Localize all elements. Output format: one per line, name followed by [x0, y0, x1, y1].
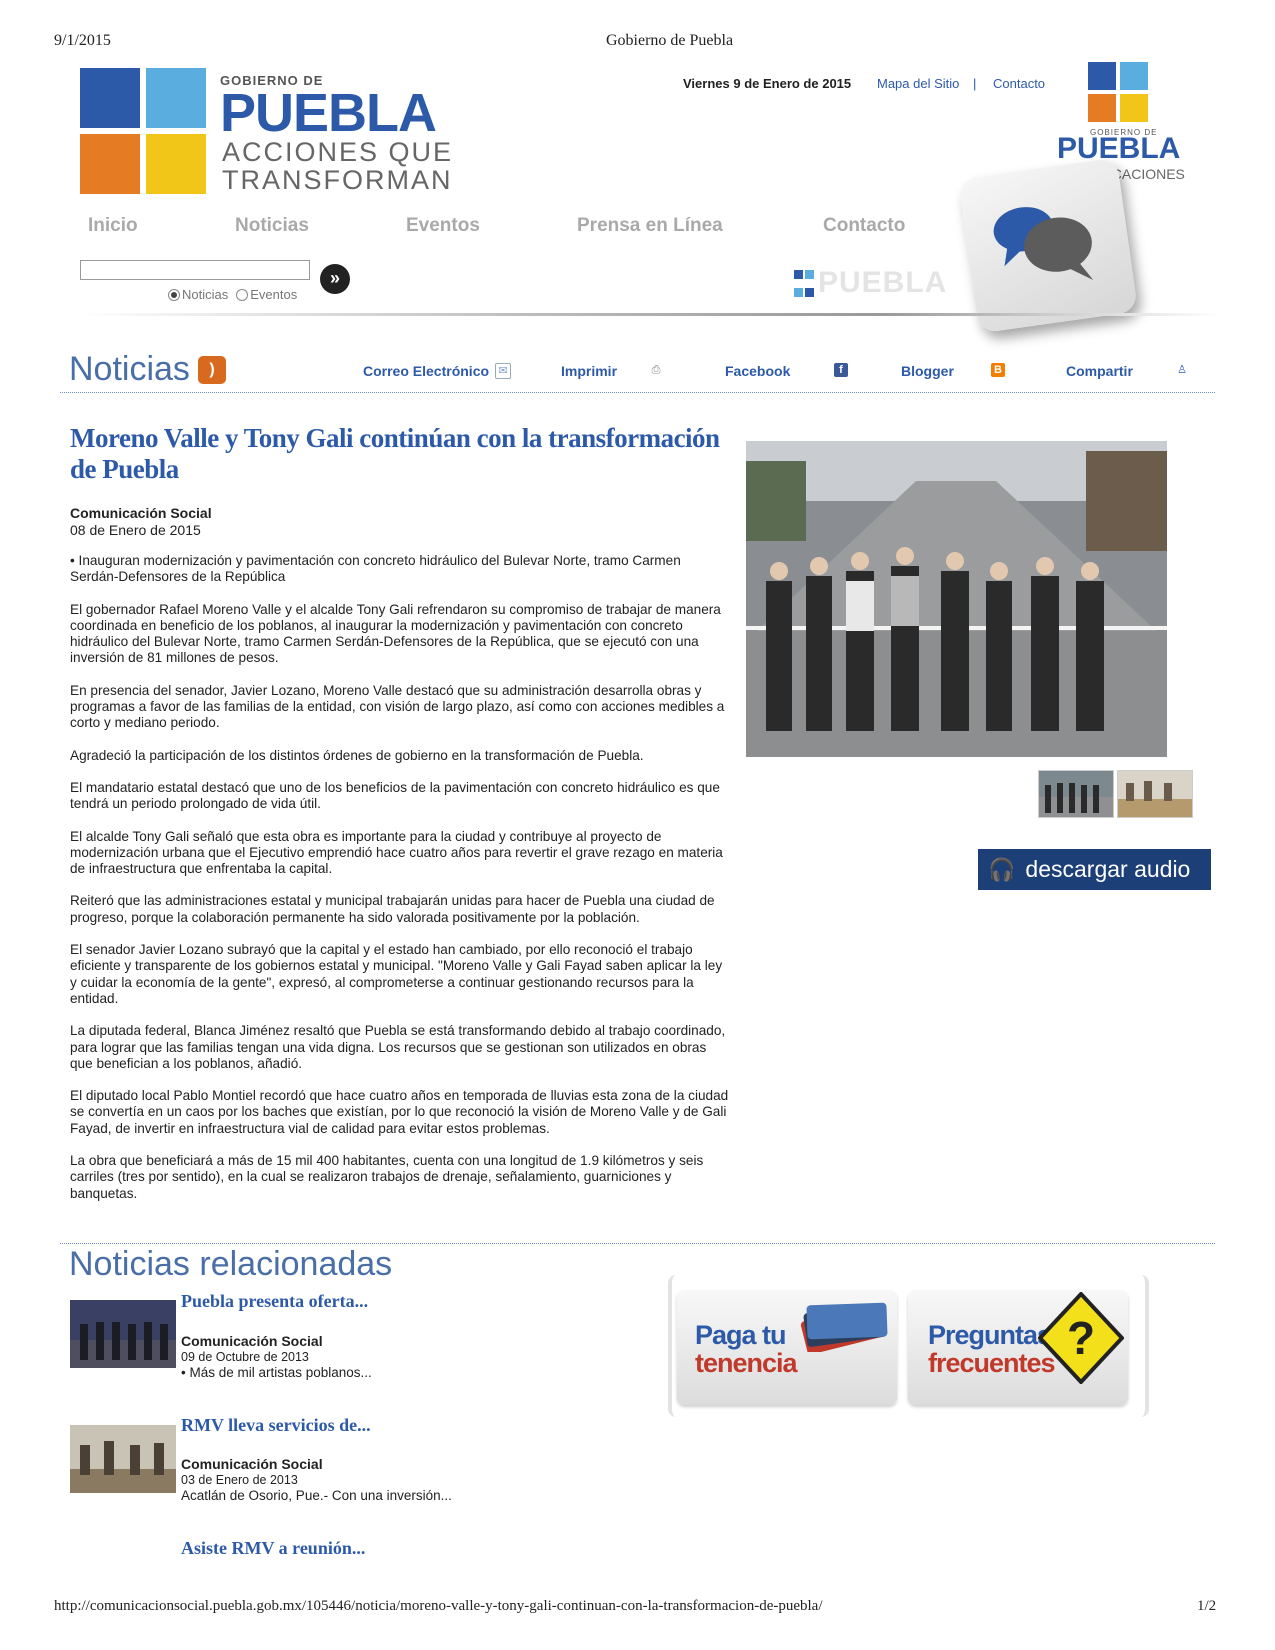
related-author: Comunicación Social	[181, 1333, 323, 1349]
print-title: Gobierno de Puebla	[606, 32, 734, 49]
related-thumbnail[interactable]	[70, 1425, 176, 1493]
logo-slogan: ACCIONES QUE TRANSFORMAN	[222, 138, 453, 194]
sun-icon	[146, 134, 206, 194]
article-paragraph: El gobernador Rafael Moreno Valle y el a…	[70, 601, 721, 666]
article-paragraph: El alcalde Tony Gali señaló que esta obr…	[70, 828, 723, 877]
print-date: 9/1/2015	[54, 32, 111, 49]
nav-eventos[interactable]: Eventos	[406, 215, 480, 237]
faq-line2: frecuentes	[928, 1348, 1056, 1378]
radio-noticias[interactable]	[168, 288, 180, 301]
related-date: 03 de Enero de 2013	[181, 1473, 298, 1487]
faded-cube-icon	[794, 266, 814, 297]
building-icon	[146, 68, 206, 128]
article-body: • Inauguran modernización y pavimentació…	[70, 553, 730, 1218]
search-input[interactable]	[80, 260, 310, 280]
photo-thumbnail[interactable]	[1117, 770, 1193, 818]
related-desc: • Más de mil artistas poblanos...	[181, 1365, 372, 1380]
download-audio-button[interactable]: 🎧 descargar audio	[978, 849, 1211, 890]
print-url: http://comunicacionsocial.puebla.gob.mx/…	[54, 1598, 823, 1614]
speech-bubbles-icon	[993, 207, 1094, 281]
credit-cards-icon	[800, 1302, 888, 1352]
hand-icon	[1088, 94, 1116, 122]
printer-icon[interactable]: ⎙	[649, 363, 663, 377]
nav-noticias[interactable]: Noticias	[235, 215, 309, 237]
article-author: Comunicación Social	[70, 505, 212, 521]
related-author: Comunicación Social	[181, 1456, 323, 1472]
share-person-icon[interactable]: ♙	[1175, 363, 1189, 377]
share-link[interactable]: Compartir	[1066, 363, 1133, 379]
related-desc: Acatlán de Osorio, Pue.- Con una inversi…	[181, 1488, 452, 1503]
logo-puebla-text: PUEBLA	[220, 83, 437, 143]
share-email-link[interactable]: Correo Electrónico	[363, 363, 489, 379]
question-sign-icon: ?	[1038, 1292, 1124, 1384]
nav-contacto[interactable]: Contacto	[823, 215, 905, 237]
article-date: 08 de Enero de 2015	[70, 522, 201, 538]
sun-icon	[1120, 94, 1148, 122]
article-paragraph: La obra que beneficiará a más de 15 mil …	[70, 1153, 704, 1201]
current-date: Viernes 9 de Enero de 2015	[683, 76, 852, 91]
radio-eventos-label: Eventos	[250, 287, 298, 302]
related-date: 09 de Octubre de 2013	[181, 1350, 309, 1364]
watermark-puebla: PUEBLA	[818, 266, 948, 299]
pay-tenencia-banner[interactable]: Paga tu tenencia	[677, 1290, 897, 1405]
search-scope: Noticias Eventos	[168, 287, 297, 302]
factory-icon	[1088, 62, 1116, 90]
factory-icon	[80, 68, 140, 128]
download-audio-label: descargar audio	[1025, 856, 1191, 882]
photo-thumbnail[interactable]	[1038, 770, 1114, 818]
headphones-icon: 🎧	[988, 856, 1016, 882]
related-headline[interactable]: RMV lleva servicios de...	[181, 1415, 371, 1436]
related-headline[interactable]: Puebla presenta oferta...	[181, 1291, 368, 1312]
noticias-divider	[60, 392, 1215, 393]
faq-banner[interactable]: Preguntas frecuentes ?	[908, 1290, 1128, 1405]
article-title: Moreno Valle y Tony Gali continúan con l…	[70, 423, 720, 484]
radio-noticias-label: Noticias	[182, 287, 229, 302]
logo-slogan-line2: TRANSFORMAN	[222, 165, 453, 195]
article-paragraph: Agradeció la participación de los distin…	[70, 747, 644, 763]
blogger-icon[interactable]: B	[991, 363, 1005, 377]
building-icon	[1120, 62, 1148, 90]
print-page-number: 1/2	[1197, 1598, 1217, 1614]
envelope-icon[interactable]: ✉	[495, 363, 511, 379]
article-paragraph: Reiteró que las administraciones estatal…	[70, 893, 715, 925]
print-link[interactable]: Imprimir	[561, 363, 617, 379]
hand-icon	[80, 134, 140, 194]
related-headline[interactable]: Asiste RMV a reunión...	[181, 1538, 365, 1559]
chat-key-graphic	[957, 157, 1139, 334]
article-paragraph: En presencia del senador, Javier Lozano,…	[70, 682, 725, 731]
section-title-noticias: Noticias	[69, 350, 190, 388]
article-paragraph: La diputada federal, Blanca Jiménez resa…	[70, 1023, 726, 1071]
nav-prensa-en-linea[interactable]: Prensa en Línea	[577, 215, 723, 237]
nav-inicio[interactable]: Inicio	[88, 215, 138, 237]
sitemap-link[interactable]: Mapa del Sitio	[877, 76, 959, 91]
related-divider	[60, 1243, 1215, 1244]
top-link-separator: |	[973, 76, 977, 91]
article-paragraph: El diputado local Pablo Montiel recordó …	[70, 1088, 729, 1136]
article-paragraph: • Inauguran modernización y pavimentació…	[70, 553, 681, 585]
logo-slogan-line1: ACCIONES QUE	[222, 137, 454, 167]
rss-icon[interactable]: )	[198, 356, 226, 384]
search-button[interactable]: »	[320, 264, 350, 294]
article-paragraph: El mandatario estatal destacó que uno de…	[70, 779, 720, 812]
header-divider	[80, 313, 1220, 316]
section-title-related: Noticias relacionadas	[69, 1245, 393, 1283]
related-thumbnail[interactable]	[70, 1300, 176, 1368]
facebook-icon[interactable]: f	[834, 363, 848, 377]
contact-link[interactable]: Contacto	[993, 76, 1045, 91]
pay-tenencia-line1: Paga tu	[695, 1320, 787, 1350]
faq-line1: Preguntas	[928, 1320, 1052, 1350]
radio-eventos[interactable]	[236, 288, 249, 301]
article-paragraph: El senador Javier Lozano subrayó que la …	[70, 942, 723, 1006]
pay-tenencia-line2: tenencia	[695, 1348, 798, 1378]
svg-text:?: ?	[1067, 1312, 1095, 1364]
blogger-link[interactable]: Blogger	[901, 363, 954, 379]
com-logo-puebla-text: PUEBLA	[1057, 132, 1181, 165]
article-photo[interactable]	[746, 441, 1167, 757]
facebook-link[interactable]: Facebook	[725, 363, 790, 379]
